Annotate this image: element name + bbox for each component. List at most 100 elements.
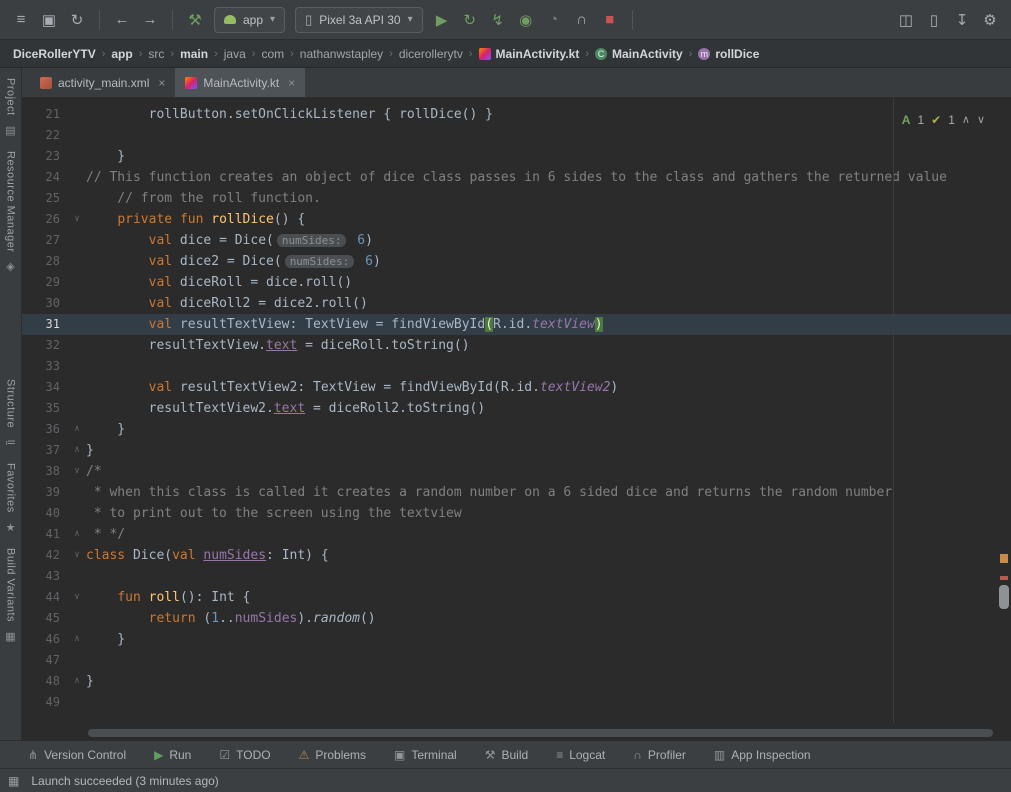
line-number[interactable]: 48 (22, 671, 68, 692)
run-configuration-dropdown[interactable]: app ▾ (214, 6, 286, 33)
breadcrumb-item[interactable]: MainActivity.kt (476, 46, 583, 62)
fold-marker[interactable] (68, 314, 86, 335)
breadcrumb-item[interactable]: com (258, 46, 287, 62)
tool-window-button[interactable]: ⋔ Version Control (28, 748, 126, 762)
code-line[interactable]: 43 (22, 566, 1011, 587)
stop-icon[interactable]: ■ (597, 7, 623, 33)
breadcrumb-item[interactable]: dicerollerytv (396, 46, 466, 62)
apply-code-changes-icon[interactable]: ↯ (485, 7, 511, 33)
line-number[interactable]: 38 (22, 461, 68, 482)
breadcrumb-item[interactable]: C MainActivity (592, 46, 686, 62)
warning-stripe-mark[interactable] (1000, 554, 1008, 563)
tool-window-button[interactable]: Project ▤ (5, 78, 17, 137)
line-number[interactable]: 24 (22, 167, 68, 188)
line-number[interactable]: 40 (22, 503, 68, 524)
line-number[interactable]: 31 (22, 314, 68, 335)
tool-window-button[interactable]: ▣ Terminal (394, 748, 457, 762)
line-number[interactable]: 34 (22, 377, 68, 398)
main-menu-icon[interactable]: ≡ (8, 7, 34, 33)
line-number[interactable]: 29 (22, 272, 68, 293)
line-number[interactable]: 41 (22, 524, 68, 545)
fold-marker[interactable] (68, 398, 86, 419)
line-number[interactable]: 49 (22, 692, 68, 713)
code-line[interactable]: 32 resultTextView.text = diceRoll.toStri… (22, 335, 1011, 356)
line-number[interactable]: 44 (22, 587, 68, 608)
fold-marker[interactable] (68, 692, 86, 713)
code-line[interactable]: 35 resultTextView2.text = diceRoll2.toSt… (22, 398, 1011, 419)
editor-tab[interactable]: activity_main.xml × (30, 68, 175, 97)
line-number[interactable]: 37 (22, 440, 68, 461)
close-icon[interactable]: × (288, 76, 295, 90)
line-number[interactable]: 46 (22, 629, 68, 650)
apply-changes-icon[interactable]: ↻ (457, 7, 483, 33)
tool-window-button[interactable]: Resource Manager ◈ (5, 151, 17, 274)
code-line[interactable]: 22 (22, 125, 1011, 146)
tool-window-button[interactable]: ⚒ Build (485, 748, 528, 762)
breadcrumb-item[interactable]: nathanwstapley (297, 46, 386, 62)
code-line[interactable]: 38 ∨ /* (22, 461, 1011, 482)
sync-icon[interactable]: ↻ (64, 7, 90, 33)
code-line[interactable]: 27 val dice = Dice(numSides: 6) (22, 230, 1011, 251)
line-number[interactable]: 25 (22, 188, 68, 209)
debug-icon[interactable]: ◉ (513, 7, 539, 33)
back-icon[interactable]: ← (109, 7, 135, 33)
run-icon[interactable]: ▶ (429, 7, 455, 33)
line-number[interactable]: 22 (22, 125, 68, 146)
fold-marker[interactable]: ∧ (68, 440, 86, 461)
line-number[interactable]: 23 (22, 146, 68, 167)
breadcrumb-item[interactable]: m rollDice (695, 46, 762, 62)
code-line[interactable]: 40 * to print out to the screen using th… (22, 503, 1011, 524)
line-number[interactable]: 30 (22, 293, 68, 314)
code-line[interactable]: 24 // This function creates an object of… (22, 167, 1011, 188)
line-number[interactable]: 39 (22, 482, 68, 503)
fold-marker[interactable]: ∧ (68, 629, 86, 650)
vertical-scrollbar-thumb[interactable] (999, 585, 1009, 609)
code-line[interactable]: 46 ∧ } (22, 629, 1011, 650)
line-number[interactable]: 43 (22, 566, 68, 587)
line-number[interactable]: 27 (22, 230, 68, 251)
tool-window-button[interactable]: Structure ≔ (5, 379, 17, 449)
tool-window-button[interactable]: Build Variants ▦ (5, 548, 17, 643)
breadcrumb-item[interactable]: main (177, 46, 211, 62)
code-line[interactable]: 30 val diceRoll2 = dice2.roll() (22, 293, 1011, 314)
line-number[interactable]: 42 (22, 545, 68, 566)
code-line[interactable]: 47 (22, 650, 1011, 671)
code-line[interactable]: 39 * when this class is called it create… (22, 482, 1011, 503)
tool-window-button[interactable]: ☑ TODO (219, 748, 270, 762)
breadcrumb-item[interactable]: app (108, 46, 135, 62)
build-project-icon[interactable]: ⚒ (182, 7, 208, 33)
tool-window-button[interactable]: ∩ Profiler (633, 748, 686, 762)
line-number[interactable]: 21 (22, 104, 68, 125)
fold-marker[interactable] (68, 503, 86, 524)
fold-marker[interactable] (68, 482, 86, 503)
close-icon[interactable]: × (158, 76, 165, 90)
fold-marker[interactable]: ∨ (68, 209, 86, 230)
fold-marker[interactable] (68, 125, 86, 146)
tool-window-toggle-icon[interactable]: ▦ (8, 774, 19, 788)
editor-tab[interactable]: MainActivity.kt × (175, 68, 306, 97)
code-line[interactable]: 21 rollButton.setOnClickListener { rollD… (22, 104, 1011, 125)
tool-window-button[interactable]: ▶ Run (154, 748, 191, 762)
breadcrumb-item[interactable]: java (221, 46, 249, 62)
code-line[interactable]: 48 ∧ } (22, 671, 1011, 692)
tool-window-button[interactable]: ▥ App Inspection (714, 748, 811, 762)
code-line[interactable]: 49 (22, 692, 1011, 713)
next-issue-icon[interactable]: ∨ (977, 110, 985, 131)
avd-manager-icon[interactable]: ▯ (921, 7, 947, 33)
horizontal-scrollbar-thumb[interactable] (88, 729, 993, 737)
line-number[interactable]: 35 (22, 398, 68, 419)
fold-marker[interactable] (68, 251, 86, 272)
horizontal-scrollbar[interactable] (88, 729, 993, 737)
tool-window-button[interactable]: Favorites ★ (5, 463, 17, 534)
line-number[interactable]: 45 (22, 608, 68, 629)
profiler-icon[interactable]: ∩ (569, 7, 595, 33)
fold-marker[interactable] (68, 650, 86, 671)
code-line[interactable]: 45 return (1..numSides).random() (22, 608, 1011, 629)
tool-window-button[interactable]: ≡ Logcat (556, 748, 605, 762)
fold-marker[interactable] (68, 356, 86, 377)
fold-marker[interactable] (68, 293, 86, 314)
fold-marker[interactable]: ∨ (68, 545, 86, 566)
fold-marker[interactable] (68, 272, 86, 293)
tool-window-button[interactable]: ⚠ Problems (299, 748, 366, 762)
project-structure-icon[interactable]: ⚙ (977, 7, 1003, 33)
